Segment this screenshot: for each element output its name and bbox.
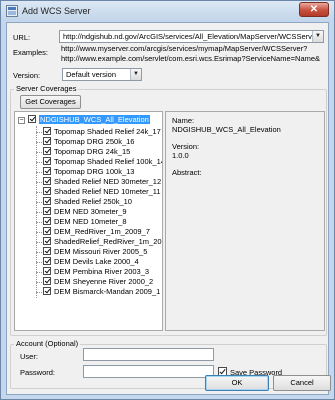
app-icon — [6, 5, 18, 17]
checkbox-icon[interactable] — [43, 257, 51, 265]
user-label: User: — [20, 352, 38, 361]
checkbox-icon[interactable] — [43, 247, 51, 255]
examples-label: Examples: — [13, 48, 49, 57]
tree-root[interactable]: NDGISHUB_WCS_All_Elevation — [28, 115, 150, 125]
cancel-button[interactable]: Cancel — [273, 375, 331, 391]
tree-item[interactable]: DEM Devils Lake 2000_4 — [43, 257, 139, 267]
example-url-2: http://www.example.com/servlet/com.esri.… — [61, 54, 321, 63]
tree-item[interactable]: DEM Missouri River 2005_5 — [43, 247, 147, 257]
password-label: Password: — [20, 368, 56, 377]
title-bar: Add WCS Server ✕ — [1, 1, 334, 21]
checkbox-icon[interactable] — [43, 217, 51, 225]
coverages-tree: − NDGISHUB_WCS_All_Elevation Topomap Sha… — [14, 111, 163, 331]
checkbox-icon[interactable] — [43, 267, 51, 275]
ok-button[interactable]: OK — [205, 375, 269, 391]
tree-item[interactable]: DEM NED 10meter_8 — [43, 217, 127, 227]
checkbox-icon[interactable] — [43, 147, 51, 155]
checkbox-icon[interactable] — [43, 157, 51, 165]
details-version-value: 1.0.0 — [172, 151, 189, 160]
checkbox-icon[interactable] — [43, 137, 51, 145]
tree-item-label: Topomap DRG 100k_13 — [54, 167, 135, 176]
tree-item-label: DEM NED 10meter_8 — [54, 217, 127, 226]
url-combobox[interactable]: http://ndgishub.nd.gov/ArcGIS/services/A… — [59, 30, 324, 43]
tree-item[interactable]: Shaded Relief NED 30meter_12 — [43, 177, 161, 187]
checkbox-icon[interactable] — [43, 177, 51, 185]
coverage-details-panel: Name: NDGISHUB_WCS_All_Elevation Version… — [165, 111, 325, 331]
tree-item[interactable]: Topomap DRG 100k_13 — [43, 167, 134, 177]
chevron-down-icon[interactable]: ▼ — [130, 69, 141, 80]
tree-item-label: ShadedRelief_RedRiver_1m_2009_6 — [54, 237, 162, 246]
tree-item-label: DEM Bismarck-Mandan 2009_1 — [54, 287, 161, 296]
tree-item-label: Shaded Relief 250k_10 — [54, 197, 132, 206]
window-title: Add WCS Server — [22, 6, 91, 16]
tree-item-label: Topomap DRG 24k_15 — [54, 147, 131, 156]
tree-root-label: NDGISHUB_WCS_All_Elevation — [39, 115, 150, 124]
tree-item-label: Topomap Shaded Relief 24k_17 — [54, 127, 161, 136]
details-abstract-label: Abstract: — [172, 168, 202, 177]
user-input[interactable] — [83, 348, 214, 361]
tree-item[interactable]: Shaded Relief 250k_10 — [43, 197, 132, 207]
tree-item-label: Shaded Relief NED 30meter_12 — [54, 177, 162, 186]
tree-item[interactable]: DEM Sheyenne River 2000_2 — [43, 277, 153, 287]
get-coverages-button[interactable]: Get Coverages — [20, 95, 81, 109]
tree-item-label: Topomap Shaded Relief 100k_14 — [54, 157, 163, 166]
tree-item-label: DEM Devils Lake 2000_4 — [54, 257, 139, 266]
tree-item[interactable]: Topomap Shaded Relief 100k_14 — [43, 157, 163, 167]
details-version-label: Version: — [172, 142, 200, 151]
password-input[interactable] — [83, 365, 214, 378]
checkbox-icon[interactable] — [43, 287, 51, 295]
tree-item[interactable]: Topomap DRG 250k_16 — [43, 137, 134, 147]
tree-item-label: DEM Sheyenne River 2000_2 — [54, 277, 154, 286]
tree-item-label: Topomap DRG 250k_16 — [54, 137, 135, 146]
example-url-1: http://www.myserver.com/arcgis/services/… — [61, 44, 308, 53]
checkbox-icon[interactable] — [43, 197, 51, 205]
add-wcs-server-dialog: Add WCS Server ✕ URL: http://ndgishub.nd… — [0, 0, 335, 400]
tree-item[interactable]: DEM Bismarck-Mandan 2009_1 — [43, 287, 160, 297]
version-select[interactable]: Default version ▼ — [62, 68, 142, 81]
server-coverages-title: Server Coverages — [14, 84, 79, 93]
url-value: http://ndgishub.nd.gov/ArcGIS/services/A… — [63, 32, 323, 41]
checkbox-icon[interactable] — [43, 187, 51, 195]
details-name-value: NDGISHUB_WCS_All_Elevation — [172, 125, 281, 134]
tree-item[interactable]: DEM_RedRiver_1m_2009_7 — [43, 227, 150, 237]
tree-item-label: DEM_RedRiver_1m_2009_7 — [54, 227, 150, 236]
checkbox-icon[interactable] — [43, 227, 51, 235]
version-label: Version: — [13, 71, 41, 80]
tree-item-label: DEM Pembina River 2003_3 — [54, 267, 150, 276]
close-icon: ✕ — [309, 4, 319, 15]
checkbox-icon[interactable] — [43, 237, 51, 245]
dialog-body: URL: http://ndgishub.nd.gov/ArcGIS/servi… — [6, 22, 329, 395]
tree-item[interactable]: DEM NED 30meter_9 — [43, 207, 127, 217]
close-button[interactable]: ✕ — [299, 2, 329, 17]
checkbox-icon[interactable] — [43, 127, 51, 135]
checkbox-icon[interactable] — [43, 207, 51, 215]
tree-item[interactable]: Shaded Relief NED 10meter_11 — [43, 187, 161, 197]
url-label: URL: — [13, 33, 31, 42]
collapse-icon[interactable]: − — [18, 117, 25, 124]
tree-item[interactable]: Topomap DRG 24k_15 — [43, 147, 130, 157]
tree-item[interactable]: ShadedRelief_RedRiver_1m_2009_6 — [43, 237, 162, 247]
version-value: Default version — [66, 70, 117, 79]
tree-item-label: DEM Missouri River 2005_5 — [54, 247, 148, 256]
account-group-title: Account (Optional) — [14, 339, 81, 348]
details-name-label: Name: — [172, 116, 195, 125]
tree-item[interactable]: Topomap Shaded Relief 24k_17 — [43, 127, 161, 137]
checkbox-icon[interactable] — [28, 115, 36, 123]
tree-item-label: DEM NED 30meter_9 — [54, 207, 127, 216]
checkbox-icon[interactable] — [43, 167, 51, 175]
tree-item[interactable]: DEM Pembina River 2003_3 — [43, 267, 149, 277]
tree-item-label: Shaded Relief NED 10meter_11 — [54, 187, 161, 196]
checkbox-icon[interactable] — [43, 277, 51, 285]
chevron-down-icon[interactable]: ▼ — [312, 31, 323, 42]
